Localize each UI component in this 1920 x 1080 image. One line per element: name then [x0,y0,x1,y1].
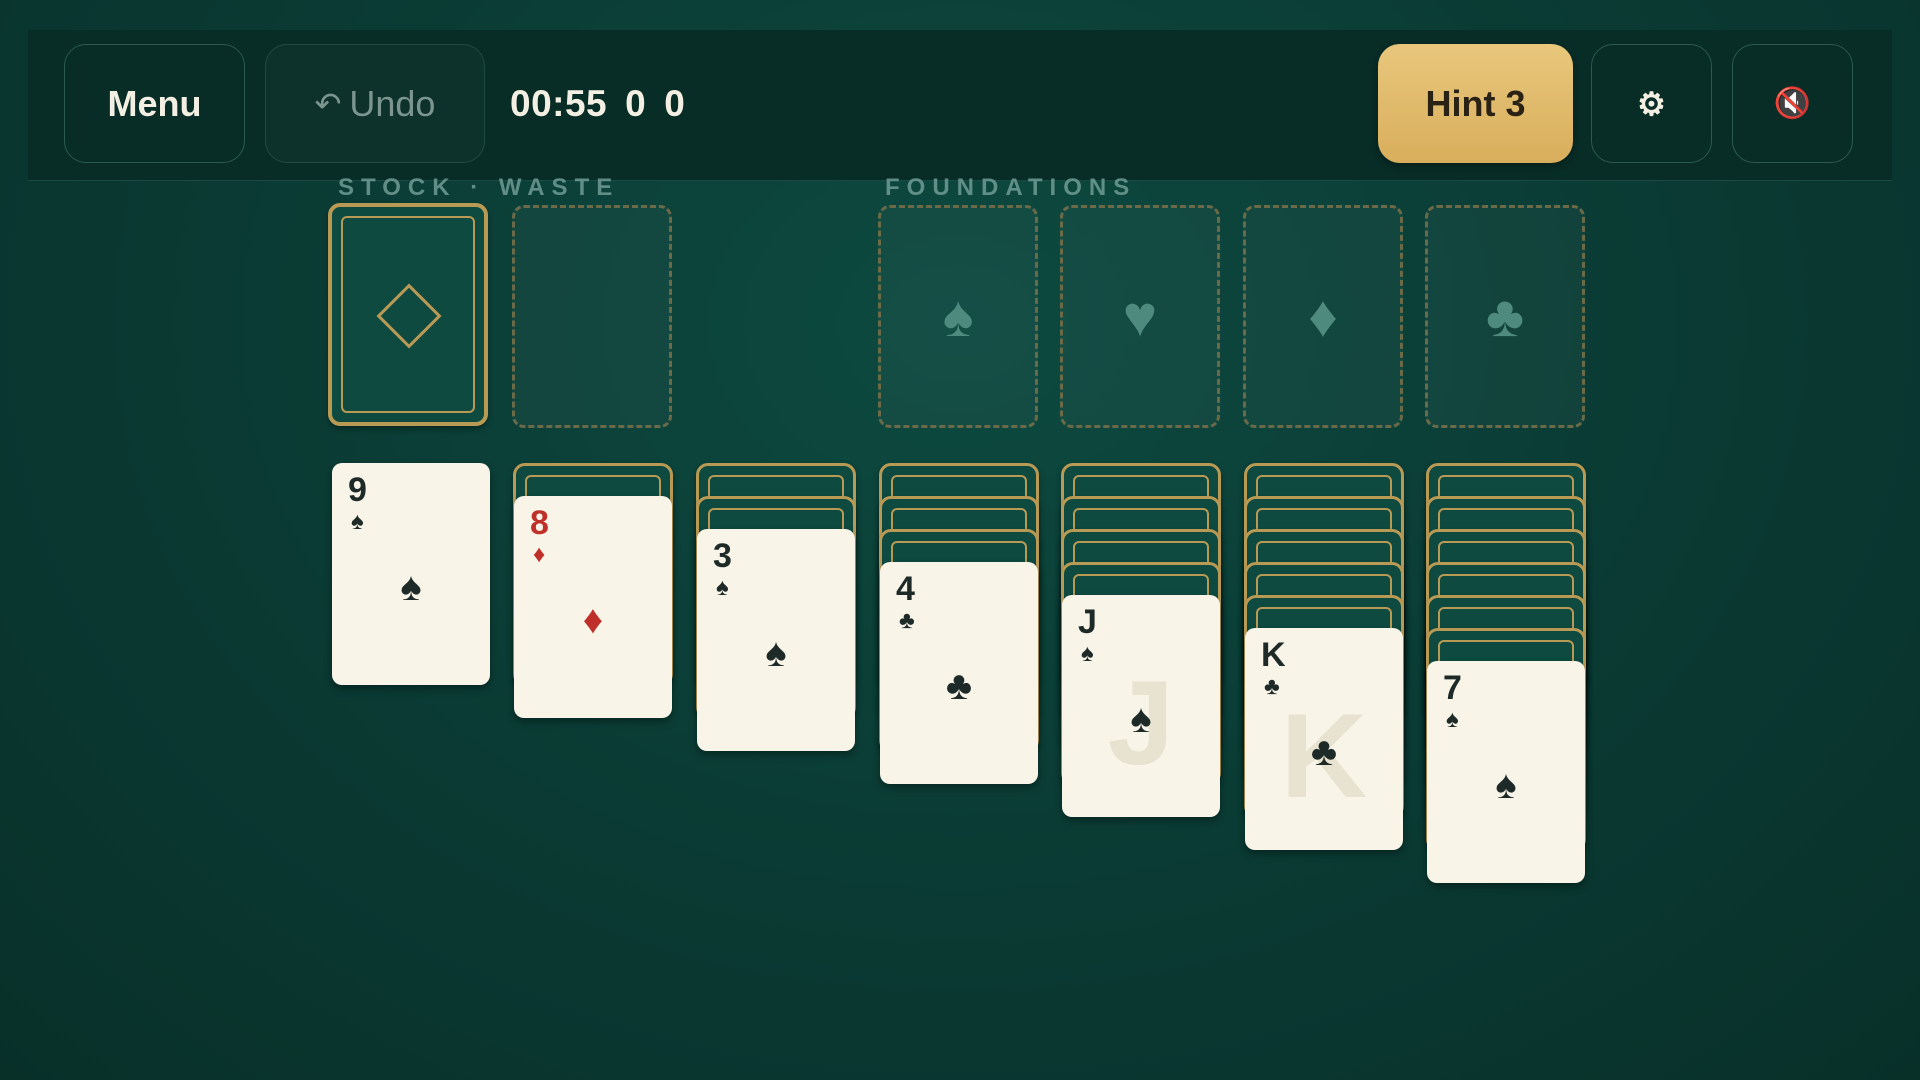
card-rank: J [1078,603,1097,641]
card-center-suit-icon: ♠ [400,565,422,609]
card-rank: 3 [713,537,732,575]
waste-pile[interactable] [512,205,672,428]
card-center-suit-icon: ♣ [945,664,973,708]
game-status: 00:55 0 0 [510,44,703,163]
card-suit-icon: ♣ [899,607,915,634]
top-toolbar: Menu ↶ Undo 00:55 0 0 Hint 3 ⚙ 🔇 [28,30,1892,181]
heart-icon: ♥ [1122,283,1158,349]
playing-card[interactable]: 3 ♠ ♠ [697,529,855,751]
score: 0 [625,82,647,124]
card-suit-icon: ♣ [1264,673,1280,700]
playing-card[interactable]: K K ♣ ♣ [1245,628,1403,850]
card-rank: 8 [530,504,549,542]
hint-count: 3 [1505,82,1526,124]
card-suit-icon: ♦ [533,541,546,568]
foundations-label: FOUNDATIONS [885,174,1137,200]
card-center-suit-icon: ♦ [582,598,604,642]
playing-card[interactable]: 4 ♣ ♣ [880,562,1038,784]
hint-button[interactable]: Hint 3 [1378,44,1573,163]
foundation-spades[interactable]: ♠ [878,205,1038,428]
club-icon: ♣ [1485,283,1525,349]
card-center-suit-icon: ♠ [1130,697,1152,741]
card-suit-icon: ♠ [351,508,364,535]
card-center-suit-icon: ♣ [1310,730,1338,774]
moves-count: 0 [664,82,686,124]
gear-icon: ⚙ [1637,85,1666,122]
card-center-suit-icon: ♠ [1495,763,1517,807]
undo-label: Undo [349,82,436,124]
timer: 00:55 [510,82,608,124]
hint-label: Hint [1425,82,1496,124]
card-center-suit-icon: ♠ [765,631,787,675]
card-rank: 9 [348,471,367,509]
diamond-icon: ♦ [1308,283,1338,349]
sound-muted-icon: 🔇 [1773,87,1812,120]
card-rank: 7 [1443,669,1462,707]
card-suit-icon: ♠ [1446,706,1459,733]
stock-pile[interactable] [328,203,488,426]
undo-icon: ↶ [314,85,342,122]
playing-card[interactable]: 9 ♠ ♠ [332,463,490,685]
card-rank: K [1261,636,1286,674]
stock-waste-label: STOCK · WASTE [338,174,620,200]
playing-card[interactable]: J J ♠ ♠ [1062,595,1220,817]
menu-button[interactable]: Menu [64,44,245,163]
settings-button[interactable]: ⚙ [1591,44,1712,163]
card-rank: 4 [896,570,915,608]
spade-icon: ♠ [942,283,974,349]
undo-button[interactable]: ↶ Undo [265,44,485,163]
mute-button[interactable]: 🔇 [1732,44,1853,163]
playing-card[interactable]: 7 ♠ ♠ [1427,661,1585,883]
card-suit-icon: ♠ [1081,640,1094,667]
card-suit-icon: ♠ [716,574,729,601]
foundation-hearts[interactable]: ♥ [1060,205,1220,428]
foundation-clubs[interactable]: ♣ [1425,205,1585,428]
foundation-diamonds[interactable]: ♦ [1243,205,1403,428]
playing-card[interactable]: 8 ♦ ♦ [514,496,672,718]
